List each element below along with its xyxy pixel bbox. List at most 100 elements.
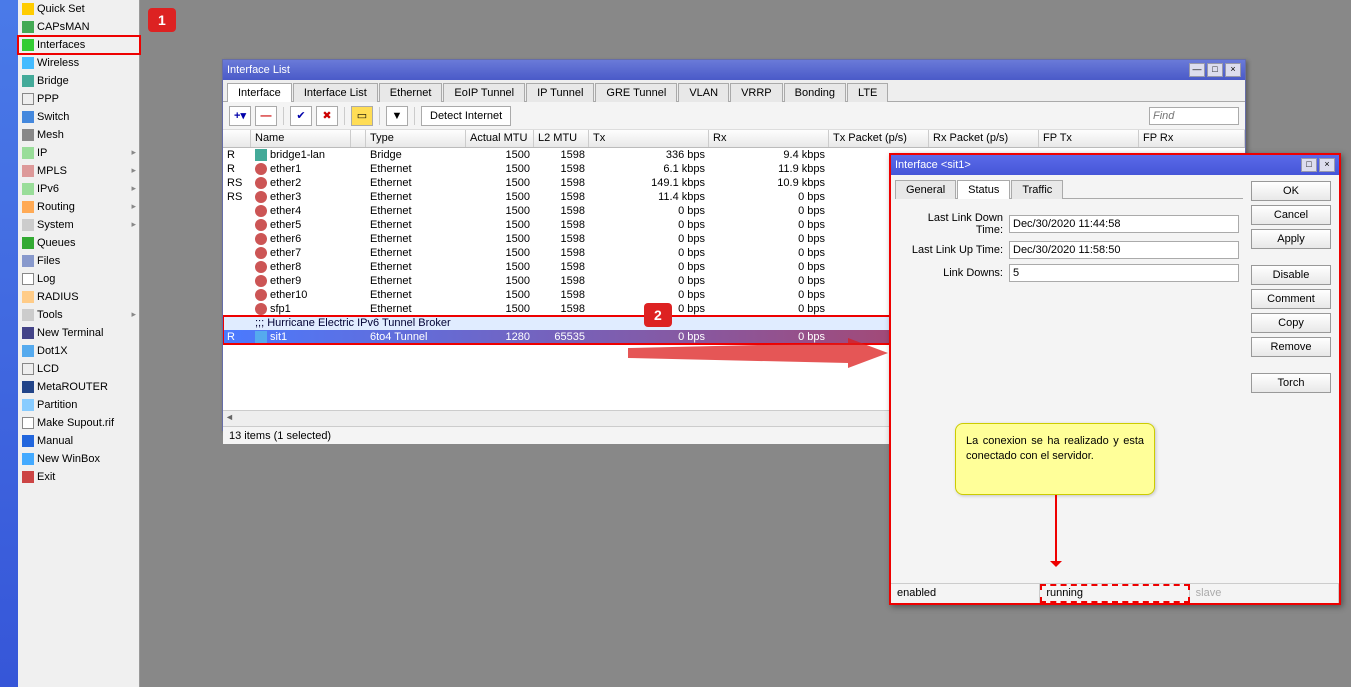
detail-tab-general[interactable]: General bbox=[895, 180, 956, 199]
menu-item-bridge[interactable]: Bridge bbox=[18, 72, 140, 90]
tab-interface[interactable]: Interface bbox=[227, 83, 292, 102]
comment-button[interactable]: Comment bbox=[1251, 289, 1331, 309]
sidebar: RouterOS WinBox Quick SetCAPsMANInterfac… bbox=[0, 0, 140, 687]
menu-item-mpls[interactable]: MPLS▸ bbox=[18, 162, 140, 180]
column-header[interactable] bbox=[223, 130, 251, 147]
menu-item-metarouter[interactable]: MetaROUTER bbox=[18, 378, 140, 396]
titlebar[interactable]: Interface <sit1> □ × bbox=[891, 155, 1339, 175]
menu-item-quick-set[interactable]: Quick Set bbox=[18, 0, 140, 18]
menu-item-system[interactable]: System▸ bbox=[18, 216, 140, 234]
field-last-down[interactable] bbox=[1009, 215, 1239, 233]
column-header[interactable]: Rx Packet (p/s) bbox=[929, 130, 1039, 147]
wifi-icon bbox=[22, 57, 34, 69]
cancel-button[interactable]: Cancel bbox=[1251, 205, 1331, 225]
tab-eoip-tunnel[interactable]: EoIP Tunnel bbox=[443, 83, 525, 102]
ok-button[interactable]: OK bbox=[1251, 181, 1331, 201]
menu-item-tools[interactable]: Tools▸ bbox=[18, 306, 140, 324]
detect-internet-button[interactable]: Detect Internet bbox=[421, 106, 511, 126]
column-header[interactable]: Actual MTU bbox=[466, 130, 534, 147]
detail-tab-status[interactable]: Status bbox=[957, 180, 1010, 199]
close-button[interactable]: × bbox=[1319, 158, 1335, 172]
titlebar[interactable]: Interface List — □ × bbox=[223, 60, 1245, 80]
copy-button[interactable]: Copy bbox=[1251, 313, 1331, 333]
maximize-button[interactable]: □ bbox=[1207, 63, 1223, 77]
detail-buttons: OK Cancel Apply Disable Comment Copy Remove Tor… bbox=[1247, 175, 1339, 583]
window-title: Interface <sit1> bbox=[895, 159, 1299, 171]
eth-icon bbox=[255, 289, 267, 301]
column-header[interactable]: Tx Packet (p/s) bbox=[829, 130, 929, 147]
minimize-button[interactable]: — bbox=[1189, 63, 1205, 77]
disable-button[interactable]: ✖ bbox=[316, 106, 338, 126]
menu-item-new-terminal[interactable]: New Terminal bbox=[18, 324, 140, 342]
dot1x-icon bbox=[22, 345, 34, 357]
submenu-arrow-icon: ▸ bbox=[131, 201, 136, 212]
maximize-button[interactable]: □ bbox=[1301, 158, 1317, 172]
exit-icon bbox=[22, 471, 34, 483]
column-header[interactable]: Tx bbox=[589, 130, 709, 147]
column-header[interactable]: FP Tx bbox=[1039, 130, 1139, 147]
tab-lte[interactable]: LTE bbox=[847, 83, 888, 102]
tab-bar: InterfaceInterface ListEthernetEoIP Tunn… bbox=[223, 80, 1245, 102]
grid-header[interactable]: Name TypeActual MTUL2 MTUTxRxTx Packet (p… bbox=[223, 130, 1245, 148]
menu-item-mesh[interactable]: Mesh bbox=[18, 126, 140, 144]
filter-button[interactable]: ▼ bbox=[386, 106, 408, 126]
menu-item-dot1x[interactable]: Dot1X bbox=[18, 342, 140, 360]
menu-item-interfaces[interactable]: Interfaces bbox=[18, 36, 140, 54]
sys-icon bbox=[22, 219, 34, 231]
torch-button[interactable]: Torch bbox=[1251, 373, 1331, 393]
field-link-downs[interactable] bbox=[1009, 264, 1239, 282]
column-header[interactable] bbox=[351, 130, 366, 147]
find-input[interactable] bbox=[1149, 107, 1239, 125]
status-slave: slave bbox=[1190, 584, 1339, 603]
column-header[interactable]: Name bbox=[251, 130, 351, 147]
remove-button[interactable]: — bbox=[255, 106, 277, 126]
tab-vrrp[interactable]: VRRP bbox=[730, 83, 783, 102]
mpls-icon bbox=[22, 165, 34, 177]
enable-button[interactable]: ✔ bbox=[290, 106, 312, 126]
menu-item-lcd[interactable]: LCD bbox=[18, 360, 140, 378]
menu-item-make-supout-rif[interactable]: Make Supout.rif bbox=[18, 414, 140, 432]
menu-item-ipv6[interactable]: IPv6▸ bbox=[18, 180, 140, 198]
add-button[interactable]: +▾ bbox=[229, 106, 251, 126]
menu-item-ip[interactable]: IP▸ bbox=[18, 144, 140, 162]
annotation-arrow bbox=[628, 338, 888, 368]
column-header[interactable]: Rx bbox=[709, 130, 829, 147]
tab-gre-tunnel[interactable]: GRE Tunnel bbox=[595, 83, 677, 102]
status-text: 13 items (1 selected) bbox=[229, 430, 331, 442]
menu-item-new-winbox[interactable]: New WinBox bbox=[18, 450, 140, 468]
tab-ethernet[interactable]: Ethernet bbox=[379, 83, 443, 102]
menu-item-files[interactable]: Files bbox=[18, 252, 140, 270]
menu-item-wireless[interactable]: Wireless bbox=[18, 54, 140, 72]
menu-item-capsman[interactable]: CAPsMAN bbox=[18, 18, 140, 36]
label-last-up: Last Link Up Time: bbox=[899, 244, 1009, 256]
tab-ip-tunnel[interactable]: IP Tunnel bbox=[526, 83, 594, 102]
tab-bonding[interactable]: Bonding bbox=[784, 83, 846, 102]
submenu-arrow-icon: ▸ bbox=[131, 309, 136, 320]
menu-item-queues[interactable]: Queues bbox=[18, 234, 140, 252]
menu-item-switch[interactable]: Switch bbox=[18, 108, 140, 126]
column-header[interactable]: FP Rx bbox=[1139, 130, 1245, 147]
column-header[interactable]: Type bbox=[366, 130, 466, 147]
menu-item-partition[interactable]: Partition bbox=[18, 396, 140, 414]
submenu-arrow-icon: ▸ bbox=[131, 219, 136, 230]
menu-item-routing[interactable]: Routing▸ bbox=[18, 198, 140, 216]
comment-button[interactable]: ▭ bbox=[351, 106, 373, 126]
field-last-up[interactable] bbox=[1009, 241, 1239, 259]
file-icon bbox=[22, 255, 34, 267]
tab-interface-list[interactable]: Interface List bbox=[293, 83, 378, 102]
bridge2-icon bbox=[22, 75, 34, 87]
menu-item-exit[interactable]: Exit bbox=[18, 468, 140, 486]
menu-item-log[interactable]: Log bbox=[18, 270, 140, 288]
remove-button[interactable]: Remove bbox=[1251, 337, 1331, 357]
quickset-icon bbox=[22, 3, 34, 15]
menu-item-ppp[interactable]: PPP bbox=[18, 90, 140, 108]
tab-vlan[interactable]: VLAN bbox=[678, 83, 729, 102]
menu-item-radius[interactable]: RADIUS bbox=[18, 288, 140, 306]
column-header[interactable]: L2 MTU bbox=[534, 130, 589, 147]
apply-button[interactable]: Apply bbox=[1251, 229, 1331, 249]
disable-button[interactable]: Disable bbox=[1251, 265, 1331, 285]
menu-item-manual[interactable]: Manual bbox=[18, 432, 140, 450]
eth-icon bbox=[255, 247, 267, 259]
close-button[interactable]: × bbox=[1225, 63, 1241, 77]
detail-tab-traffic[interactable]: Traffic bbox=[1011, 180, 1063, 199]
